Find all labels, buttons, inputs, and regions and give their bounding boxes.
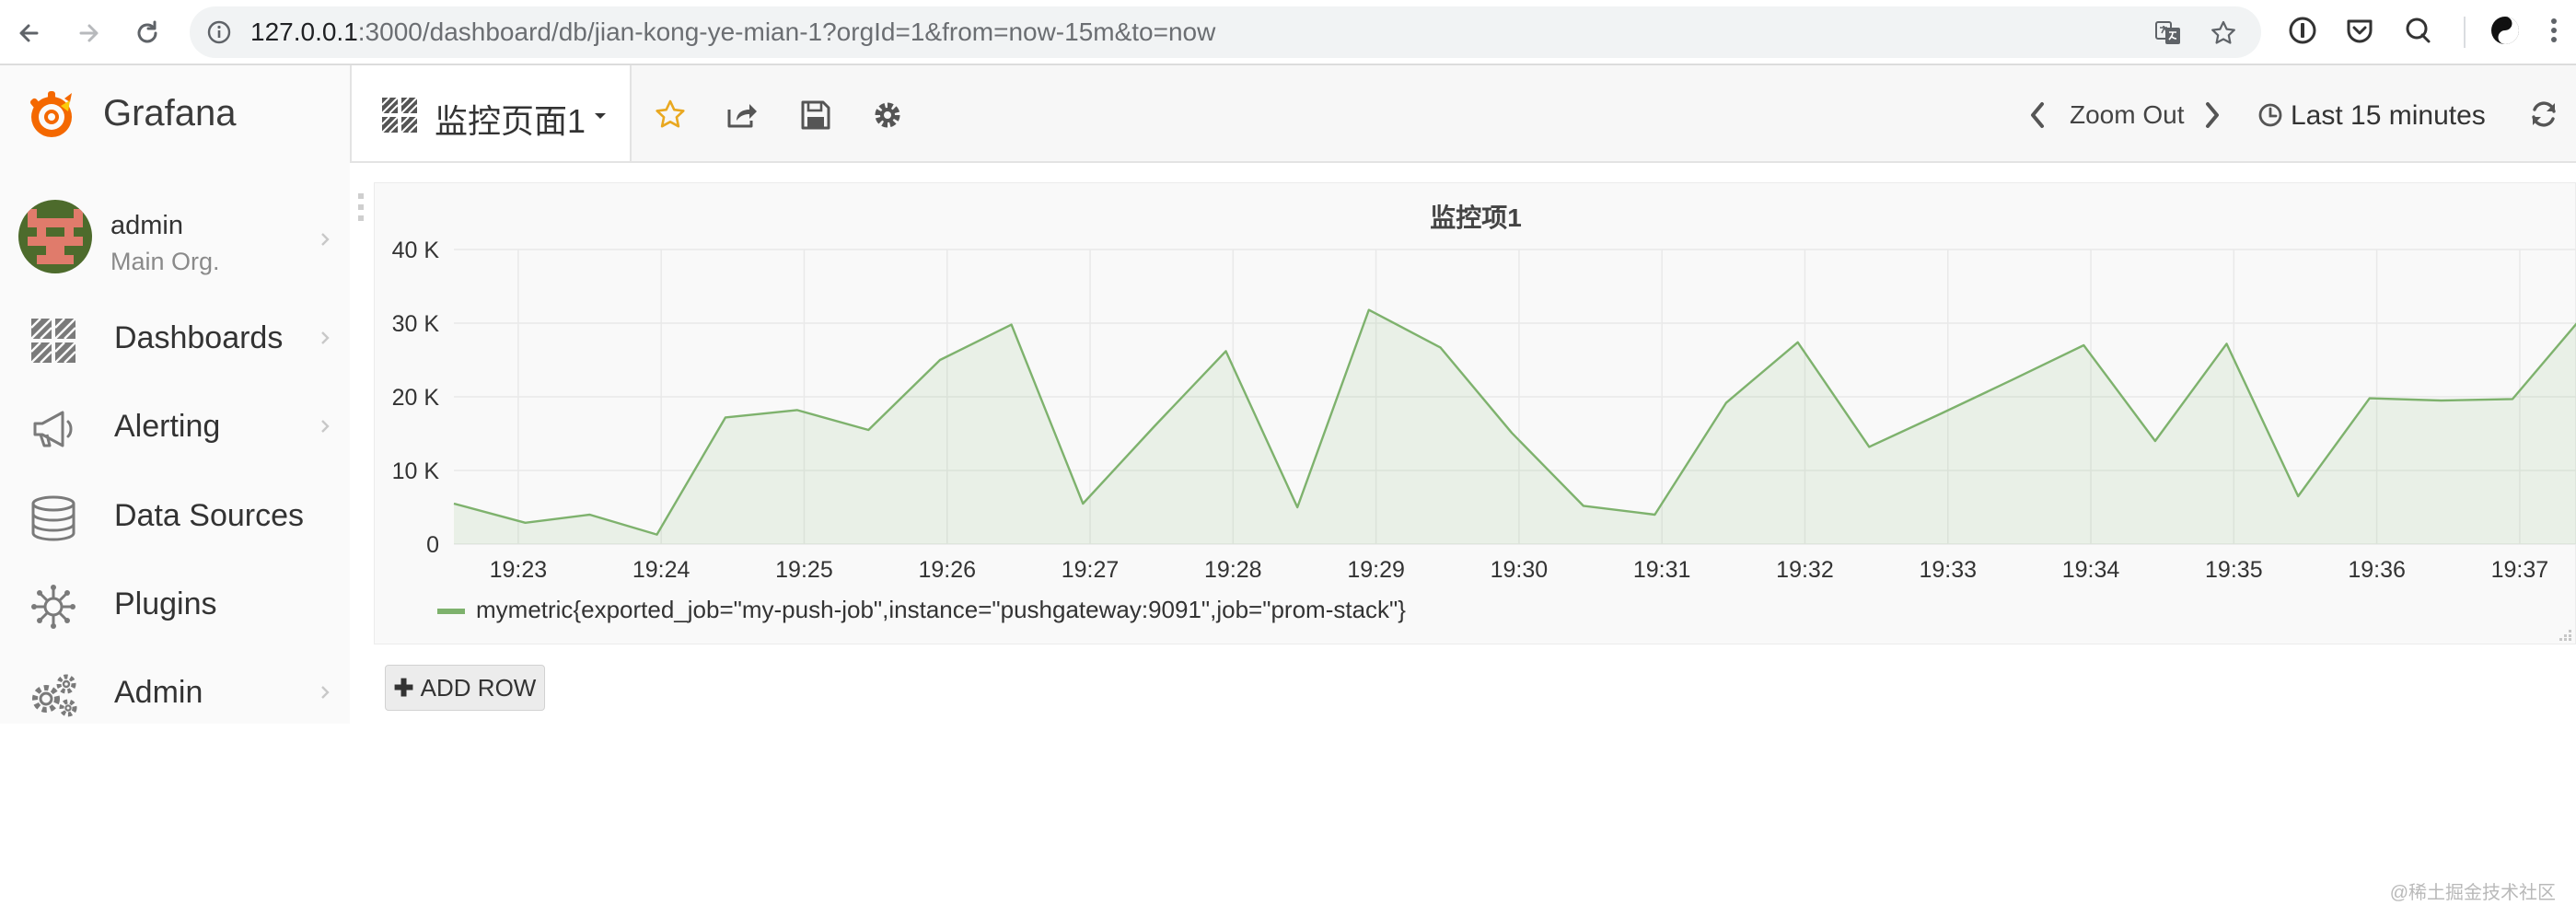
address-url: 127.0.0.1:3000/dashboard/db/jian-kong-ye… <box>250 17 1216 46</box>
x-tick-label: 19:29 <box>1347 557 1405 583</box>
caret-down-icon <box>595 113 606 119</box>
brand-name[interactable]: Grafana <box>103 93 237 134</box>
x-tick-label: 19:27 <box>1062 557 1120 583</box>
pocket-extension-icon[interactable] <box>2344 15 2375 46</box>
address-bar[interactable]: 127.0.0.1:3000/dashboard/db/jian-kong-ye… <box>190 6 2261 58</box>
sidebar-item-data-sources[interactable]: Data Sources <box>0 474 350 557</box>
x-tick-label: 19:24 <box>632 557 690 583</box>
graph-panel: 监控项1 0 10 K 20 K 30 K 40 K 19:23 19:24 19:25 19:… <box>374 182 2576 644</box>
legend-series-name[interactable]: mymetric{exported_job="my-push-job",inst… <box>476 596 1406 624</box>
x-tick-label: 19:28 <box>1204 557 1262 583</box>
grafana-logo-icon[interactable] <box>24 87 79 143</box>
search-extension-icon[interactable] <box>2403 15 2434 46</box>
watermark: @稀土掘金技术社区 <box>2389 883 2556 903</box>
refresh-icon[interactable] <box>2528 99 2559 130</box>
x-tick-label: 19:26 <box>918 557 976 583</box>
sidebar-item-plugins[interactable]: Plugins <box>0 563 350 645</box>
toolbar-divider <box>2464 17 2466 48</box>
chart: 0 10 K 20 K 30 K 40 K 19:23 19:24 19:25 19:26 19:… <box>392 238 2576 583</box>
user-org: Main Org. <box>110 248 220 275</box>
browser-toolbar: 127.0.0.1:3000/dashboard/db/jian-kong-ye… <box>0 0 2576 65</box>
x-tick-label: 19:34 <box>2062 557 2120 583</box>
y-tick-label: 30 K <box>392 311 440 337</box>
password-extension-icon[interactable] <box>2287 15 2318 46</box>
x-tick-label: 19:36 <box>2348 557 2406 583</box>
chevron-right-icon <box>321 233 330 246</box>
translate-icon[interactable] <box>2154 19 2182 47</box>
sidebar-item-label: Plugins <box>114 586 217 621</box>
browser-menu-icon[interactable] <box>2545 15 2563 46</box>
sidebar-item-label: Admin <box>114 675 203 710</box>
zoom-out-button[interactable]: Zoom Out <box>2070 100 2184 130</box>
x-tick-label: 19:32 <box>1776 557 1834 583</box>
x-tick-label: 19:30 <box>1491 557 1549 583</box>
x-tick-label: 19:23 <box>490 557 548 583</box>
clock-icon <box>2258 103 2282 127</box>
time-shift-forward-icon[interactable] <box>2202 100 2222 130</box>
settings-gear-icon[interactable] <box>871 99 904 132</box>
star-dashboard-icon[interactable] <box>654 99 687 132</box>
forward-icon[interactable] <box>72 17 105 50</box>
x-tick-label: 19:35 <box>2205 557 2263 583</box>
user-name: admin <box>110 211 183 240</box>
series-area <box>454 309 2576 544</box>
dashboard-navbar: 监控页面1 Zoom Out Last 15 minutes <box>350 65 2576 163</box>
time-range-picker[interactable]: Last 15 minutes <box>2291 100 2486 132</box>
dashboard-title: 监控页面1 <box>435 102 586 140</box>
chevron-right-icon <box>321 686 330 699</box>
sidebar-item-admin[interactable]: Admin <box>0 651 350 734</box>
legend-swatch <box>437 609 465 614</box>
x-tick-label: 19:33 <box>1919 557 1977 583</box>
back-icon[interactable] <box>13 17 46 50</box>
x-tick-label: 19:25 <box>775 557 833 583</box>
dashboard-picker[interactable]: 监控页面1 <box>350 65 632 161</box>
row-drag-handle-icon[interactable] <box>356 192 366 225</box>
x-tick-label: 19:37 <box>2491 557 2549 583</box>
bookmark-star-icon[interactable] <box>2210 19 2237 47</box>
gears-icon <box>32 674 77 717</box>
chevron-right-icon <box>321 420 330 433</box>
sidebar-item-label: Alerting <box>114 409 221 444</box>
sidebar-item-alerting[interactable]: Alerting <box>0 385 350 468</box>
y-tick-label: 20 K <box>392 385 440 411</box>
panel-resize-handle-icon[interactable] <box>2557 625 2573 642</box>
sidebar-item-dashboards[interactable]: Dashboards <box>0 296 350 379</box>
plugins-icon <box>31 585 75 629</box>
user-profile[interactable]: admin Main Org. <box>0 181 350 301</box>
add-row-button[interactable]: ✚ ADD ROW <box>385 665 545 711</box>
site-info-icon[interactable] <box>206 19 232 45</box>
dashboards-grid-icon <box>30 318 76 364</box>
sidebar-item-label: Dashboards <box>114 320 284 355</box>
megaphone-icon <box>33 411 73 447</box>
y-tick-label: 0 <box>426 532 439 558</box>
x-tick-label: 19:31 <box>1633 557 1691 583</box>
share-icon[interactable] <box>725 99 759 132</box>
y-tick-label: 10 K <box>392 458 440 484</box>
chevron-right-icon <box>321 331 330 344</box>
grafana-sidebar: Grafana admin Main Org. Dashboards Alert… <box>0 65 350 724</box>
reload-icon[interactable] <box>131 17 164 50</box>
plus-icon: ✚ <box>393 674 421 702</box>
database-icon <box>31 495 75 541</box>
y-tick-label: 40 K <box>392 238 440 263</box>
profile-icon[interactable] <box>2489 15 2521 46</box>
dashboard-grid-icon <box>381 97 418 133</box>
avatar <box>18 200 92 273</box>
save-icon[interactable] <box>799 99 832 132</box>
sidebar-item-label: Data Sources <box>114 498 304 533</box>
time-shift-back-icon[interactable] <box>2027 100 2048 130</box>
